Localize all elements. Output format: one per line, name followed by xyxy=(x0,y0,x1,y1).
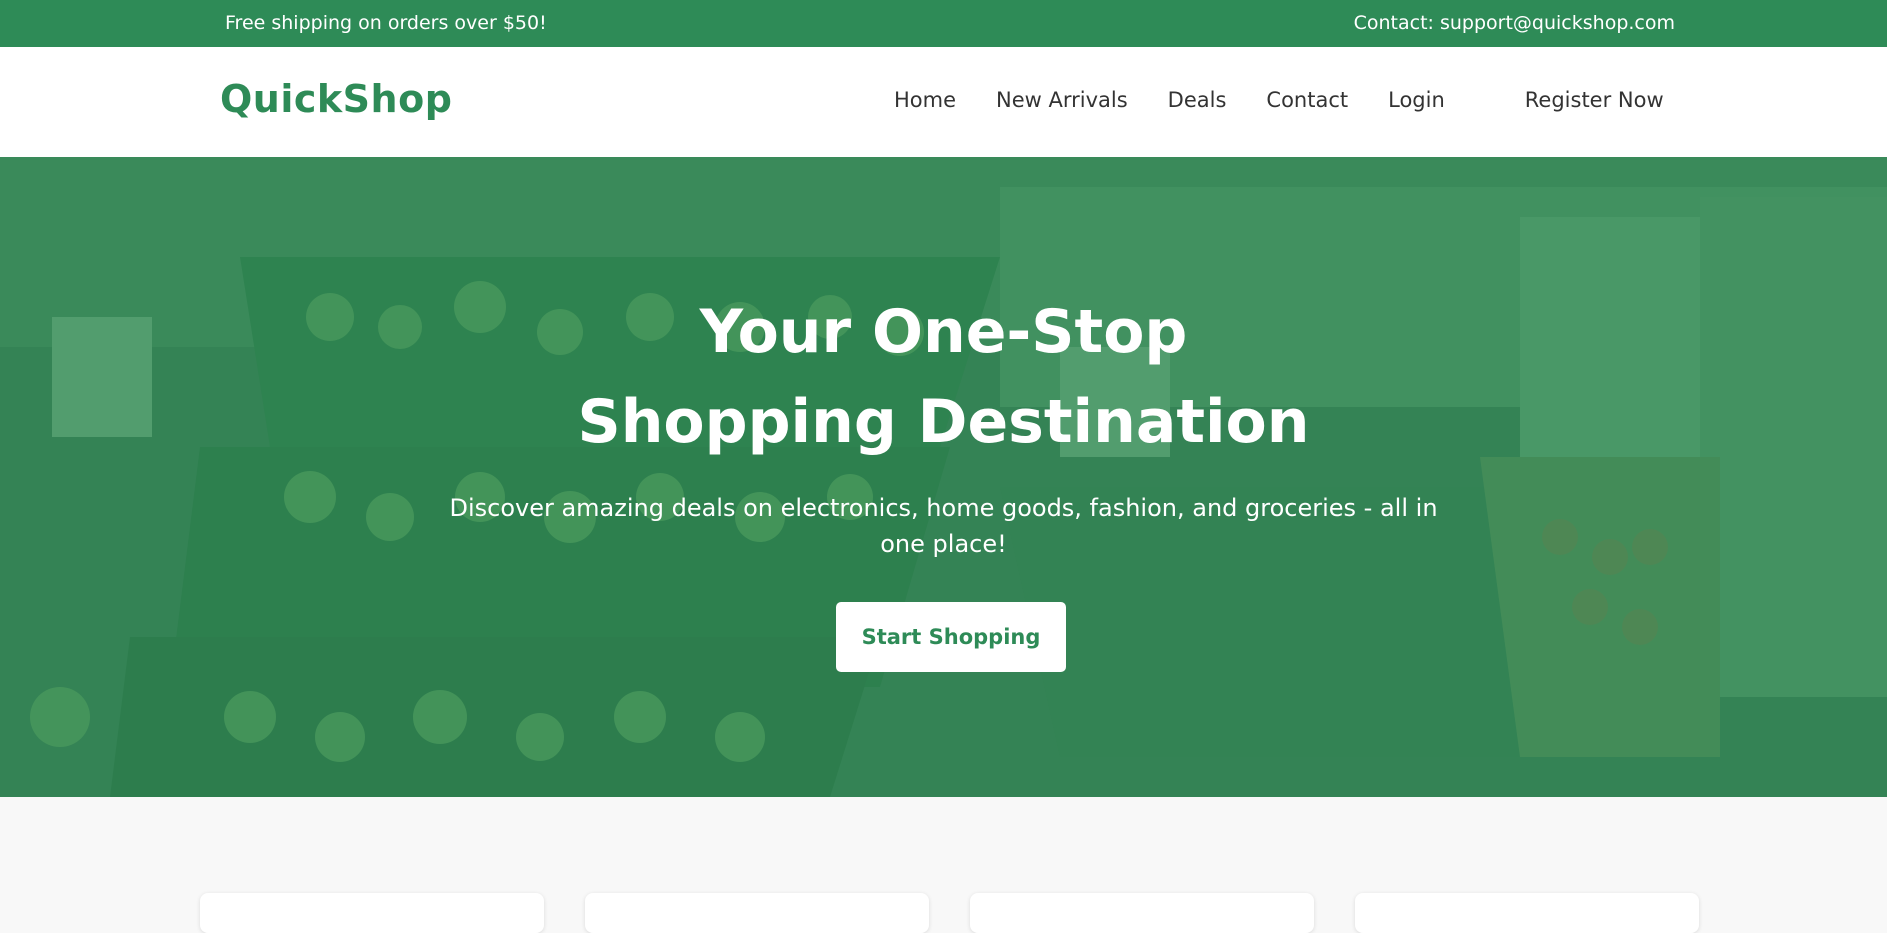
category-card[interactable] xyxy=(585,893,929,933)
category-card[interactable] xyxy=(970,893,1314,933)
contact-text: Contact: support@quickshop.com xyxy=(1353,12,1675,34)
promo-bar: Free shipping on orders over $50! Contac… xyxy=(0,0,1887,47)
promo-text: Free shipping on orders over $50! xyxy=(225,12,547,34)
start-shopping-button[interactable]: Start Shopping xyxy=(836,602,1066,672)
hero-title: Your One-Stop Shopping Destination xyxy=(577,297,1310,457)
nav-login[interactable]: Login xyxy=(1388,88,1445,112)
nav-deals[interactable]: Deals xyxy=(1168,88,1227,112)
categories-section xyxy=(0,797,1887,933)
main-nav: Home New Arrivals Deals Contact Login Re… xyxy=(894,88,1664,112)
category-card[interactable] xyxy=(1355,893,1699,933)
hero-section: Your One-Stop Shopping Destination Disco… xyxy=(0,157,1887,797)
hero-overlay xyxy=(0,157,1887,797)
register-button[interactable]: Register Now xyxy=(1525,88,1664,112)
logo[interactable]: QuickShop xyxy=(220,77,452,121)
category-card[interactable] xyxy=(200,893,544,933)
nav-new-arrivals[interactable]: New Arrivals xyxy=(996,88,1128,112)
site-header: QuickShop Home New Arrivals Deals Contac… xyxy=(0,47,1887,157)
nav-contact[interactable]: Contact xyxy=(1266,88,1348,112)
hero-subtitle: Discover amazing deals on electronics, h… xyxy=(449,494,1438,558)
nav-home[interactable]: Home xyxy=(894,88,956,112)
